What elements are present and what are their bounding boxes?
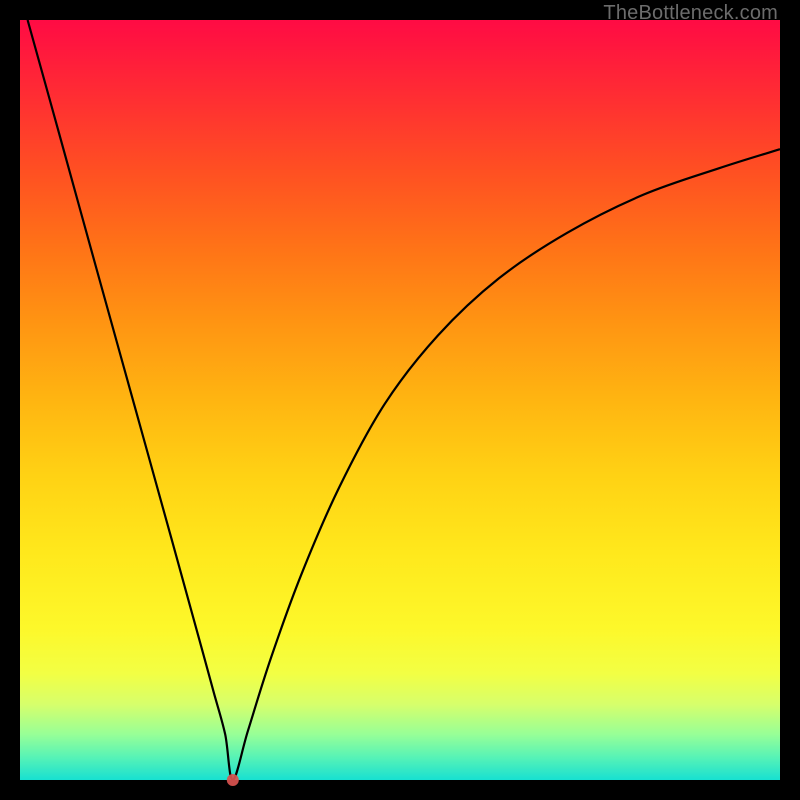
chart-frame: TheBottleneck.com (0, 0, 800, 800)
watermark-text: TheBottleneck.com (603, 2, 778, 25)
minimum-marker (227, 774, 239, 786)
chart-svg (20, 20, 780, 780)
bottleneck-curve (28, 20, 780, 780)
